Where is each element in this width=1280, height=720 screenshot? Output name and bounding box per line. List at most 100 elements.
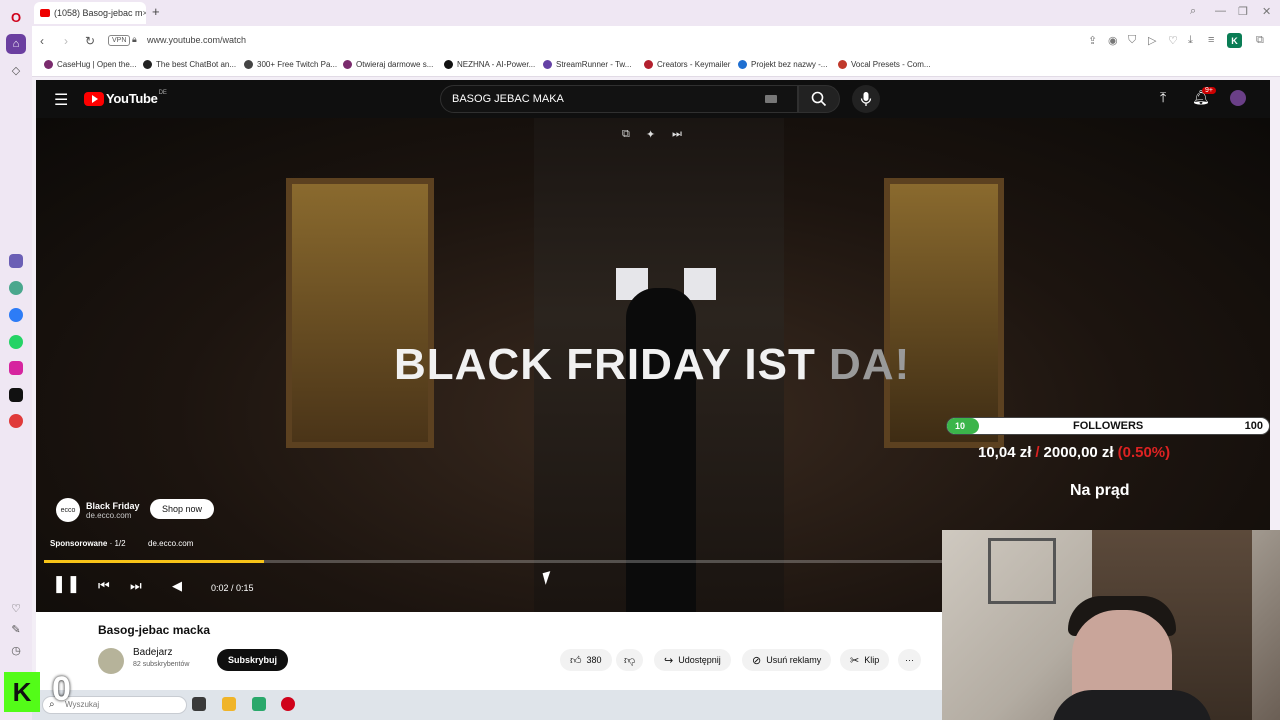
minimize-icon[interactable]: — bbox=[1215, 5, 1226, 17]
next-icon[interactable]: ⏭ bbox=[130, 578, 142, 594]
player-icon[interactable]: ▷ bbox=[1148, 34, 1156, 47]
extensions-icon[interactable]: ⧉ bbox=[1256, 34, 1264, 47]
upload-icon[interactable]: ⤒ bbox=[1160, 89, 1166, 106]
tab-title: (1058) Basog-jebac m bbox=[54, 8, 143, 18]
history-icon[interactable]: ◷ bbox=[8, 642, 24, 658]
advertiser-domain: de.ecco.com bbox=[86, 510, 132, 520]
home-icon[interactable]: ⌂ bbox=[6, 34, 26, 54]
menu-icon[interactable]: ≡ bbox=[1208, 34, 1214, 46]
ad-progress-bar[interactable] bbox=[44, 560, 942, 563]
like-button[interactable]: 👍︎ 380 bbox=[560, 649, 612, 671]
taskbar: ⌕ Wyszukaj bbox=[32, 690, 942, 720]
bookmark-favicon-icon bbox=[244, 60, 253, 69]
search-input[interactable]: BASOG JEBAC MAKA bbox=[440, 85, 798, 113]
pause-icon[interactable]: ❚❚ bbox=[52, 574, 81, 594]
whatsapp-icon[interactable] bbox=[8, 334, 24, 350]
bookmark-favicon-icon bbox=[143, 60, 152, 69]
reload-icon[interactable]: ↻ bbox=[85, 34, 95, 48]
sponsor-domain-link[interactable]: de.ecco.com bbox=[148, 539, 193, 548]
more-actions-button[interactable]: ··· bbox=[898, 649, 921, 671]
ai-enhance-icon[interactable]: ✦ bbox=[646, 128, 655, 141]
bookmark-item[interactable]: 300+ Free Twitch Pa... bbox=[244, 60, 337, 69]
tab-bar: (1058) Basog-jebac m × + ⌕ — ❐ ✕ bbox=[32, 0, 1280, 26]
miniplayer-icon[interactable]: ⧉ bbox=[622, 128, 630, 141]
webcam-scene bbox=[988, 538, 1056, 604]
bookmark-item[interactable]: NEZHNA - AI-Power... bbox=[444, 60, 535, 69]
ad-card[interactable]: ecco Black Friday de.ecco.com bbox=[56, 498, 140, 522]
close-window-icon[interactable]: ✕ bbox=[1262, 5, 1271, 18]
bookmark-favicon-icon bbox=[838, 60, 847, 69]
search-button[interactable] bbox=[798, 85, 840, 113]
previous-icon[interactable]: ⏮ bbox=[98, 578, 110, 594]
close-tab-icon[interactable]: × bbox=[143, 8, 146, 18]
chatgpt-icon[interactable] bbox=[8, 280, 24, 296]
bookmark-heart-icon[interactable]: ♡ bbox=[1168, 34, 1178, 47]
task-view-icon[interactable] bbox=[192, 697, 206, 711]
camera-icon[interactable]: ◉ bbox=[1108, 34, 1118, 47]
app-icon[interactable] bbox=[252, 697, 266, 711]
thumbs-up-icon: 👍︎ bbox=[570, 654, 582, 667]
bookmarks-bar: CaseHug | Open the... The best ChatBot a… bbox=[32, 56, 1280, 77]
share-icon: ↪ bbox=[664, 654, 674, 667]
block-icon: ⊘ bbox=[752, 654, 762, 667]
clip-button[interactable]: ✂ Klip bbox=[840, 649, 890, 671]
youtube-favicon-icon bbox=[40, 9, 50, 17]
youtube-header: ☰ YouTube DE BASOG JEBAC MAKA ⤒ 🔔︎ 9+ bbox=[36, 80, 1270, 118]
webcam-overlay bbox=[942, 530, 1280, 720]
bookmark-item[interactable]: Vocal Presets - Com... bbox=[838, 60, 931, 69]
webcam-scene bbox=[1052, 690, 1212, 720]
followers-current: 10 bbox=[955, 421, 966, 431]
channel-avatar[interactable] bbox=[98, 648, 124, 674]
vpn-badge[interactable]: VPN bbox=[108, 35, 131, 46]
subscribe-button[interactable]: Subskrybuj bbox=[217, 649, 289, 671]
bookmark-item[interactable]: StreamRunner - Tw... bbox=[543, 60, 631, 69]
bookmark-favicon-icon bbox=[543, 60, 552, 69]
video-scene bbox=[884, 178, 1004, 448]
advertiser-logo: ecco bbox=[56, 498, 80, 522]
music-player-icon[interactable] bbox=[8, 413, 24, 429]
account-avatar[interactable] bbox=[1230, 90, 1246, 106]
download-icon[interactable]: ⤓ bbox=[1188, 34, 1193, 47]
restore-icon[interactable]: ❐ bbox=[1238, 5, 1248, 18]
new-tab-button[interactable]: + bbox=[152, 4, 160, 19]
dislike-button[interactable]: 👎︎ bbox=[616, 649, 644, 671]
video-title: Basog-jebac macka bbox=[98, 623, 211, 637]
back-icon[interactable]: ‹ bbox=[40, 34, 44, 48]
voice-search-button[interactable] bbox=[852, 85, 880, 113]
lock-icon[interactable]: 🔒︎ bbox=[132, 34, 137, 45]
shop-now-button[interactable]: Shop now bbox=[150, 499, 215, 519]
kick-extension-icon[interactable]: K bbox=[1227, 33, 1242, 48]
bookmark-item[interactable]: CaseHug | Open the... bbox=[44, 60, 136, 69]
hamburger-menu-icon[interactable]: ☰ bbox=[54, 90, 68, 110]
pinboard-icon[interactable]: ◇ bbox=[8, 62, 24, 78]
tiktok-icon[interactable] bbox=[8, 387, 24, 403]
time-display: 0:02 / 0:15 bbox=[211, 583, 254, 593]
opera-taskbar-icon[interactable] bbox=[281, 697, 295, 711]
skip-icon[interactable]: ⏭ bbox=[672, 128, 682, 141]
remove-ads-button[interactable]: ⊘ Usuń reklamy bbox=[742, 649, 832, 671]
search-tabs-icon[interactable]: ⌕ bbox=[1190, 5, 1196, 18]
heart-icon[interactable]: ♡ bbox=[8, 600, 24, 616]
url-field[interactable]: www.youtube.com/watch bbox=[147, 35, 246, 45]
shield-icon[interactable]: ⛉ bbox=[1128, 34, 1136, 47]
bookmark-item[interactable]: Projekt bez nazwy -... bbox=[738, 60, 827, 69]
youtube-logo[interactable]: YouTube DE bbox=[84, 90, 167, 106]
forward-icon[interactable]: › bbox=[64, 34, 68, 48]
bookmark-favicon-icon bbox=[44, 60, 53, 69]
aria-icon[interactable] bbox=[8, 253, 24, 269]
edit-icon[interactable]: ✎ bbox=[8, 621, 24, 637]
bookmark-item[interactable]: Creators - Keymailer bbox=[644, 60, 730, 69]
bookmark-item[interactable]: The best ChatBot an... bbox=[143, 60, 236, 69]
share-button[interactable]: ↪ Udostępnij bbox=[654, 649, 731, 671]
file-explorer-icon[interactable] bbox=[222, 697, 236, 711]
bookmark-item[interactable]: Otwieraj darmowe s... bbox=[343, 60, 433, 69]
volume-icon[interactable]: ◀ bbox=[172, 578, 182, 594]
messenger-icon[interactable] bbox=[8, 307, 24, 323]
keyboard-icon[interactable] bbox=[765, 95, 777, 103]
opera-logo-icon[interactable]: O bbox=[8, 9, 24, 25]
channel-name[interactable]: Badejarz bbox=[133, 647, 172, 658]
tab-youtube[interactable]: (1058) Basog-jebac m × bbox=[34, 2, 146, 24]
instagram-icon[interactable] bbox=[8, 360, 24, 376]
video-scene bbox=[626, 288, 696, 612]
share-page-icon[interactable]: ⇪ bbox=[1088, 34, 1097, 47]
